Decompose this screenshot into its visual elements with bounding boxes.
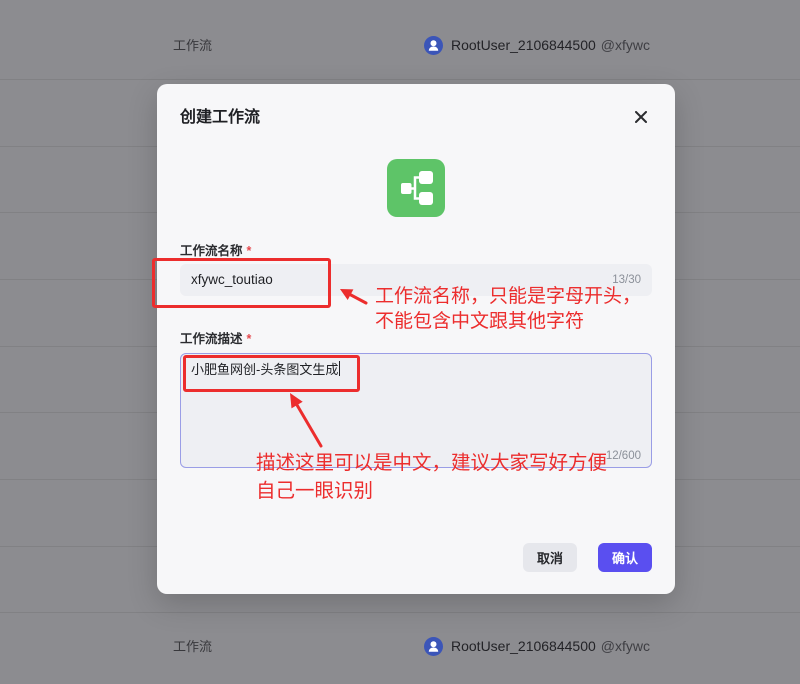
row-owner: RootUser_2106844500 @xfywc (424, 12, 650, 78)
row-type: 工作流 (173, 38, 213, 53)
owner-name: RootUser_2106844500 (451, 638, 596, 654)
workflow-description-textarea[interactable]: 小肥鱼网创-头条图文生成 12/600 (180, 353, 652, 468)
description-char-counter: 12/600 (605, 450, 641, 462)
name-char-counter: 13/30 (612, 274, 641, 286)
list-row: 工作流 RootUser_2106844500 @xfywc (0, 12, 800, 78)
row-divider (0, 79, 800, 80)
user-icon (424, 636, 443, 656)
confirm-button[interactable]: 确认 (598, 543, 652, 572)
owner-name: RootUser_2106844500 (451, 37, 596, 53)
cancel-button[interactable]: 取消 (523, 543, 577, 572)
name-field-label: 工作流名称 * (180, 243, 251, 259)
row-owner: RootUser_2106844500 @xfywc (424, 613, 650, 679)
workflow-name-value: xfywc_toutiao (191, 272, 273, 287)
required-mark: * (246, 332, 252, 346)
owner-handle: @xfywc (600, 638, 650, 654)
owner-handle: @xfywc (600, 37, 650, 53)
list-row: 工作流 RootUser_2106844500 @xfywc (0, 613, 800, 679)
row-type: 工作流 (173, 639, 213, 654)
description-field-label: 工作流描述 * (180, 331, 251, 347)
user-icon (424, 35, 443, 55)
description-label-text: 工作流描述 (180, 332, 243, 346)
workflow-description-value: 小肥鱼网创-头条图文生成 (191, 362, 339, 377)
create-workflow-dialog: 创建工作流 工作流名称 * xfywc_toutiao 13/30 工作流描述 * … (157, 84, 675, 594)
close-icon[interactable] (635, 111, 647, 123)
required-mark: * (246, 244, 252, 258)
workflow-name-input[interactable]: xfywc_toutiao 13/30 (180, 264, 652, 296)
name-label-text: 工作流名称 (180, 244, 243, 258)
text-caret (339, 361, 341, 376)
workflow-icon (387, 159, 445, 217)
description-line: 小肥鱼网创-头条图文生成 (191, 361, 341, 379)
dialog-title: 创建工作流 (180, 109, 261, 126)
close-button[interactable] (631, 107, 651, 127)
